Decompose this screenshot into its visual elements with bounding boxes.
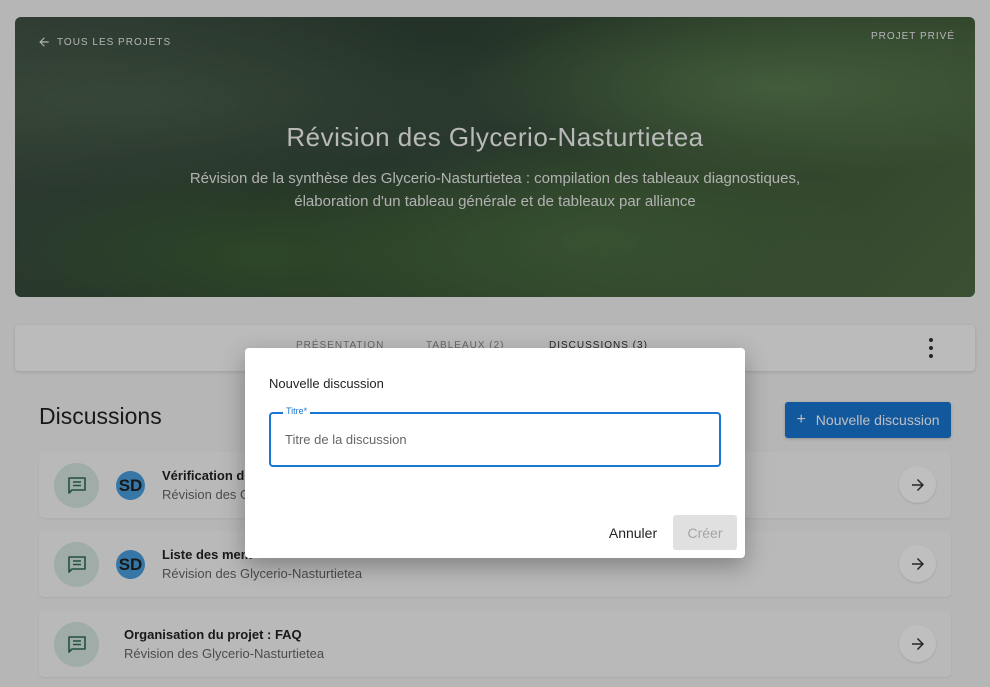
dialog-title: Nouvelle discussion [269, 376, 384, 391]
cancel-button[interactable]: Annuler [603, 516, 663, 550]
create-button[interactable]: Créer [673, 515, 737, 550]
modal-backdrop[interactable] [0, 0, 990, 687]
new-discussion-dialog: Nouvelle discussion Titre* Annuler Créer [245, 348, 745, 558]
discussion-title-input[interactable] [285, 428, 705, 450]
discussion-title-field: Titre* [269, 406, 721, 467]
field-label: Titre* [283, 406, 311, 416]
